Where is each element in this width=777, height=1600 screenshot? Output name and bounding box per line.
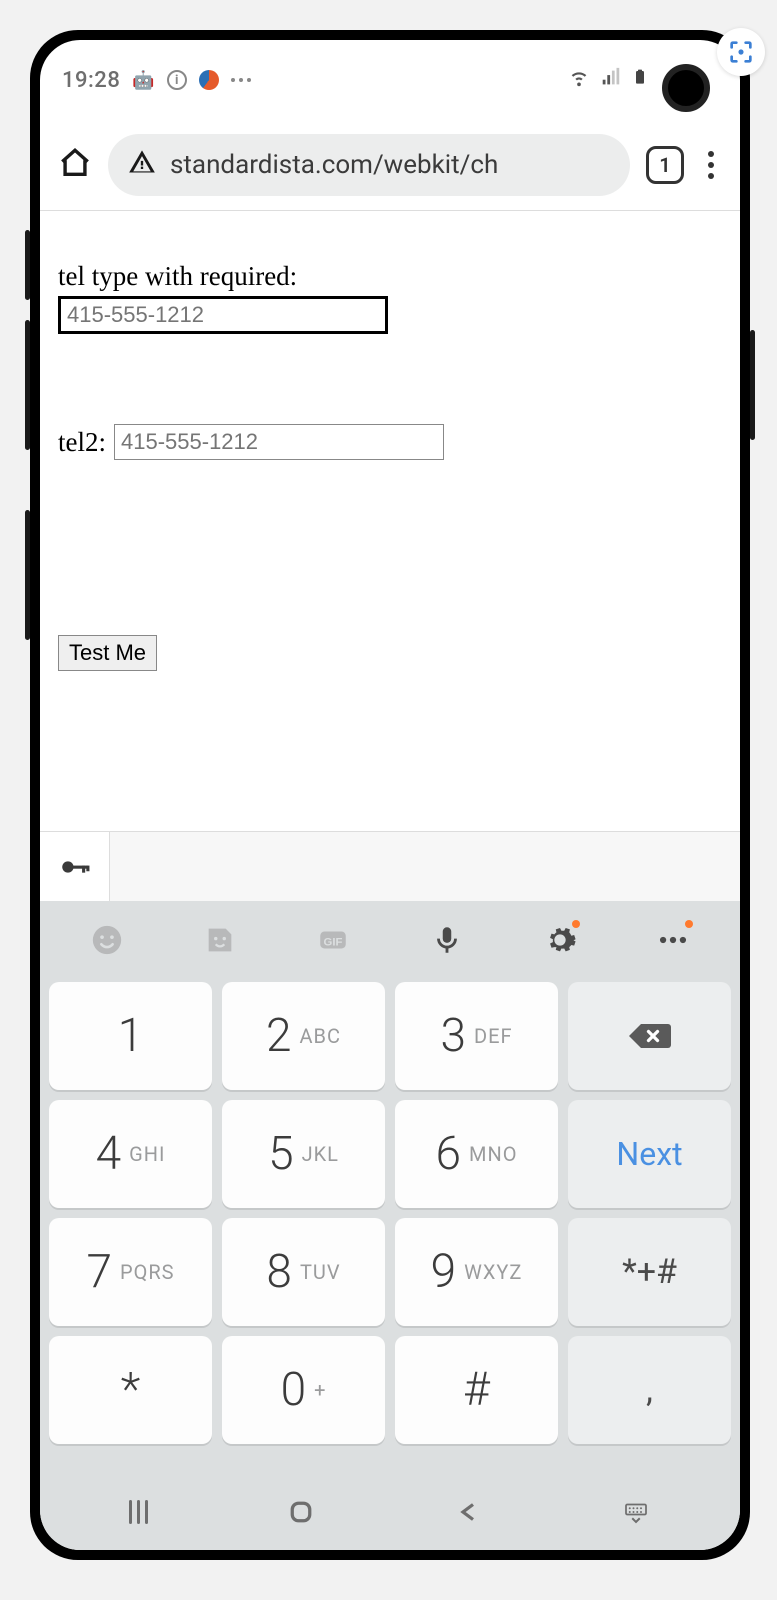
back-button[interactable] <box>453 1497 483 1527</box>
screen-capture-icon[interactable] <box>717 28 765 76</box>
system-nav-bar <box>40 1474 740 1550</box>
key-0[interactable]: 0+ <box>222 1336 385 1444</box>
svg-text:GIF: GIF <box>324 937 343 949</box>
home-button[interactable] <box>286 1497 316 1527</box>
phone-frame: 19:28 🤖 i <box>30 30 750 1560</box>
key-1[interactable]: 1 <box>49 982 212 1090</box>
key-*[interactable]: * <box>49 1336 212 1444</box>
swirl-icon <box>199 70 219 90</box>
insecure-warning-icon <box>128 148 156 183</box>
symbol-key[interactable]: *+# <box>568 1218 731 1326</box>
key-6[interactable]: 6MNO <box>395 1100 558 1208</box>
info-icon: i <box>167 70 187 90</box>
key-3[interactable]: 3DEF <box>395 982 558 1090</box>
wifi-icon <box>568 66 590 94</box>
browser-toolbar: standardista.com/webkit/ch 1 <box>40 120 740 210</box>
more-status-icon <box>231 78 251 82</box>
keyboard: GIF 12ABC3DEF 4GHI5JKL6MNONext 7PQRS8TUV9W… <box>40 901 740 1474</box>
status-bar: 19:28 🤖 i <box>40 40 740 120</box>
url-text: standardista.com/webkit/ch <box>170 150 498 180</box>
tab-switcher[interactable]: 1 <box>646 146 684 184</box>
key-5[interactable]: 5JKL <box>222 1100 385 1208</box>
tel1-label: tel type with required: <box>58 261 722 292</box>
tel1-input[interactable] <box>58 296 388 334</box>
tel2-input[interactable] <box>114 424 444 460</box>
test-me-button[interactable]: Test Me <box>58 635 157 671</box>
keyboard-toolbar: GIF <box>40 901 740 979</box>
more-icon[interactable] <box>651 918 695 962</box>
key-#[interactable]: # <box>395 1336 558 1444</box>
signal-icon <box>600 66 622 94</box>
side-button <box>25 510 30 640</box>
key-8[interactable]: 8TUV <box>222 1218 385 1326</box>
emoji-icon[interactable] <box>85 918 129 962</box>
symbol-key[interactable]: , <box>568 1336 731 1444</box>
tel2-label: tel2: <box>58 427 106 458</box>
mic-icon[interactable] <box>425 918 469 962</box>
side-button <box>750 330 755 440</box>
next-key[interactable]: Next <box>568 1100 731 1208</box>
webpage-content: tel type with required: tel2: Test Me <box>40 211 740 671</box>
sticker-icon[interactable] <box>198 918 242 962</box>
gif-icon[interactable]: GIF <box>311 918 355 962</box>
battery-icon <box>632 65 648 95</box>
key-2[interactable]: 2ABC <box>222 982 385 1090</box>
url-bar[interactable]: standardista.com/webkit/ch <box>108 134 630 196</box>
password-key-icon[interactable] <box>40 832 110 901</box>
side-button <box>25 230 30 300</box>
tab-count: 1 <box>659 153 670 177</box>
clock: 19:28 <box>62 68 120 93</box>
key-4[interactable]: 4GHI <box>49 1100 212 1208</box>
home-icon[interactable] <box>58 146 92 184</box>
backspace-key[interactable] <box>568 982 731 1090</box>
key-7[interactable]: 7PQRS <box>49 1218 212 1326</box>
settings-icon[interactable] <box>538 918 582 962</box>
android-icon: 🤖 <box>132 70 154 91</box>
key-9[interactable]: 9WXYZ <box>395 1218 558 1326</box>
browser-menu-icon[interactable] <box>700 147 722 183</box>
front-camera <box>662 64 710 112</box>
hide-keyboard-button[interactable] <box>621 1497 651 1527</box>
side-button <box>25 320 30 450</box>
recents-button[interactable] <box>129 1500 148 1524</box>
suggestion-bar <box>40 831 740 901</box>
